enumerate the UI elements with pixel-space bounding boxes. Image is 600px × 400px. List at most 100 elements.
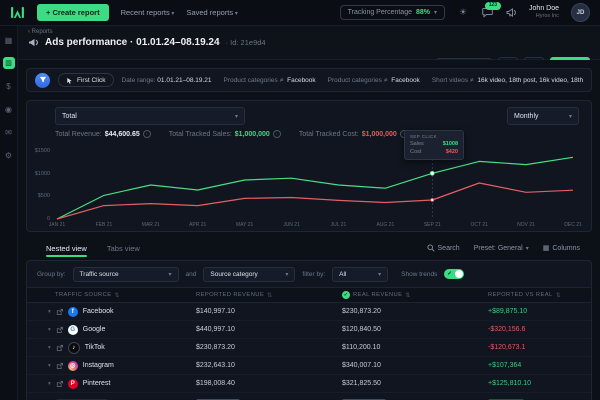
megaphone-icon bbox=[506, 7, 516, 18]
sort-icon[interactable] bbox=[267, 292, 272, 299]
x-tick-label: JUN 21 bbox=[283, 222, 300, 228]
filter-by-select[interactable]: All bbox=[332, 266, 389, 282]
sidebar-item-messages[interactable]: ✉ bbox=[3, 126, 15, 138]
expand-chevron-icon[interactable]: ▾ bbox=[48, 381, 51, 387]
filter-segment[interactable]: Product categories ≠ Facebook bbox=[224, 77, 316, 84]
click-cursor-icon bbox=[67, 77, 72, 84]
breadcrumb[interactable]: Reports bbox=[28, 29, 590, 35]
facebook-logo-icon: f bbox=[67, 306, 78, 317]
filter-bar[interactable]: First Click Date range: 01.01.21–08.19.2… bbox=[26, 68, 592, 92]
header-traffic-source[interactable]: Traffic source bbox=[27, 292, 192, 299]
expand-chevron-icon[interactable]: ▾ bbox=[48, 327, 51, 333]
hyros-logo-icon bbox=[11, 7, 24, 18]
preset-dropdown[interactable]: Preset: General bbox=[474, 245, 529, 252]
reported-revenue-cell: $232,643.10 bbox=[196, 362, 235, 369]
reported-revenue-cell: $198,008.40 bbox=[196, 380, 235, 387]
stat-item: Total Tracked Sales: $1,000,000 i bbox=[169, 130, 281, 138]
filter-segment-label: Product categories bbox=[327, 76, 382, 84]
external-link-icon[interactable] bbox=[56, 344, 63, 351]
reported-vs-real-cell: +$107,364 bbox=[488, 362, 522, 369]
table-row[interactable]: ▾ ◎ Instagram $232,643.10 $340,007.10 +$107,3… bbox=[27, 357, 591, 375]
attribution-model-label: First Click bbox=[77, 76, 106, 84]
notifications-button[interactable]: 123 bbox=[481, 1, 502, 19]
filter-segment-label: Date range: bbox=[121, 76, 156, 84]
external-link-icon[interactable] bbox=[56, 326, 63, 333]
tab-tabs-view[interactable]: Tabs view bbox=[107, 244, 140, 253]
stat-label: Total Revenue: bbox=[55, 130, 102, 138]
filter-segment-operator: ≠ bbox=[383, 76, 388, 84]
avatar[interactable]: JD bbox=[571, 3, 590, 22]
table-row[interactable]: ▾ P Pinterest $198,008.40 $321,825.50 +$125,8… bbox=[27, 375, 591, 393]
sidebar-item-billing[interactable]: $ bbox=[3, 80, 15, 92]
columns-button[interactable]: ▦ Columns bbox=[543, 244, 580, 253]
line-chart[interactable] bbox=[53, 145, 577, 221]
expand-chevron-icon[interactable]: ▾ bbox=[48, 363, 51, 369]
x-tick-label: MAY 21 bbox=[235, 222, 254, 228]
sidebar: ▦ ▥ $ ◉ ✉ ⚙ bbox=[0, 26, 18, 400]
filter-segment[interactable]: Short videos ≠ 16k video, 18th post, 16k … bbox=[432, 77, 583, 84]
y-tick-label: $500 bbox=[37, 193, 50, 200]
and-label: and bbox=[185, 270, 197, 278]
external-link-icon[interactable] bbox=[56, 308, 63, 315]
attribution-model-pill[interactable]: First Click bbox=[58, 73, 114, 87]
group-by-select[interactable]: Traffic source bbox=[72, 266, 179, 282]
header-real-revenue[interactable]: ✓ Real revenue bbox=[338, 291, 484, 299]
filter-segment-operator: ≠ bbox=[279, 76, 284, 84]
external-link-icon[interactable] bbox=[56, 362, 63, 369]
tracking-percentage-value: 88% bbox=[416, 9, 431, 16]
expand-chevron-icon[interactable]: ▾ bbox=[48, 345, 51, 351]
tracking-percentage-dropdown[interactable]: Tracking Percentage 88% bbox=[339, 5, 446, 20]
sort-icon[interactable] bbox=[556, 292, 561, 299]
filter-segment[interactable]: Date range: 01.01.21–08.19.21 bbox=[122, 77, 212, 84]
create-report-button[interactable]: + Create report bbox=[37, 4, 109, 21]
user-block[interactable]: John Doe Hyros Inc bbox=[529, 5, 559, 21]
x-tick-label: JAN 21 bbox=[48, 222, 66, 228]
theme-toggle-icon[interactable]: ☀ bbox=[457, 7, 469, 19]
x-tick-label: OCT 21 bbox=[470, 222, 488, 228]
stat-item: Total Tracked Cost:$1,000,000i bbox=[299, 130, 408, 138]
tab-nested-view[interactable]: Nested view bbox=[46, 244, 87, 257]
info-icon[interactable]: i bbox=[272, 130, 281, 138]
reported-revenue-cell: $230,873.20 bbox=[196, 344, 235, 351]
user-name: John Doe bbox=[529, 4, 559, 12]
group-by-label: Group by: bbox=[37, 270, 66, 278]
tooltip-row: Cost $420 bbox=[410, 149, 458, 157]
user-company: Hyros Inc bbox=[535, 13, 559, 20]
second-group-select[interactable]: Source category bbox=[203, 266, 296, 282]
chart-tooltip: SEP CLICK Sales $1008 Cost $420 bbox=[404, 130, 464, 160]
header-reported-revenue[interactable]: Reported revenue bbox=[192, 292, 338, 299]
saved-reports-menu[interactable]: Saved reports bbox=[186, 8, 237, 17]
x-tick-label: DEC 21 bbox=[564, 222, 582, 228]
table-row[interactable]: ▾ ♪ TikTok $230,873.20 $110,200.10 -$120,673.… bbox=[27, 339, 591, 357]
page-title: Ads performance · 01.01.24–08.19.24 bbox=[45, 37, 220, 48]
filter-funnel-icon[interactable] bbox=[35, 72, 50, 88]
recent-reports-menu[interactable]: Recent reports bbox=[121, 8, 175, 17]
announcements-button[interactable] bbox=[505, 7, 517, 19]
interval-select[interactable]: Monthly bbox=[507, 107, 579, 125]
filter-segments: Date range: 01.01.21–08.19.21 Product cat… bbox=[122, 77, 583, 84]
sidebar-item-reports[interactable]: ▥ bbox=[2, 57, 15, 69]
sort-icon[interactable] bbox=[405, 292, 410, 299]
sidebar-item-tracking[interactable]: ◉ bbox=[3, 103, 15, 115]
external-link-icon[interactable] bbox=[56, 380, 63, 387]
header-reported-vs-real[interactable]: Reported vs real bbox=[484, 292, 591, 299]
table-row-partial: ▾ bbox=[27, 393, 591, 400]
sidebar-item-dashboard[interactable]: ▦ bbox=[3, 34, 15, 46]
stat-value: $1,000,000 bbox=[361, 130, 397, 138]
notification-badge: 123 bbox=[484, 1, 502, 10]
show-trends-toggle[interactable] bbox=[444, 269, 465, 279]
sidebar-item-settings[interactable]: ⚙ bbox=[3, 149, 15, 161]
search-button[interactable]: Search bbox=[426, 244, 460, 252]
real-revenue-cell: $321,825.50 bbox=[342, 380, 381, 387]
traffic-source-name: Instagram bbox=[82, 362, 114, 369]
filter-segment-label: Product categories bbox=[223, 76, 278, 84]
filter-segment-value: Facebook bbox=[285, 76, 316, 84]
info-icon[interactable]: i bbox=[142, 130, 151, 138]
expand-chevron-icon[interactable]: ▾ bbox=[48, 309, 51, 315]
filter-segment[interactable]: Product categories ≠ Facebook bbox=[328, 77, 420, 84]
table-row[interactable]: ▾ f Facebook $140,997.10 $230,873.20 +$89,875… bbox=[27, 303, 591, 321]
table-row[interactable]: ▾ G Google $440,997.10 $120,840.50 -$320,156.… bbox=[27, 321, 591, 339]
metric-select[interactable]: Total bbox=[55, 107, 245, 125]
traffic-source-cell: ▾ P Pinterest bbox=[27, 378, 192, 389]
sort-icon[interactable] bbox=[114, 292, 119, 299]
